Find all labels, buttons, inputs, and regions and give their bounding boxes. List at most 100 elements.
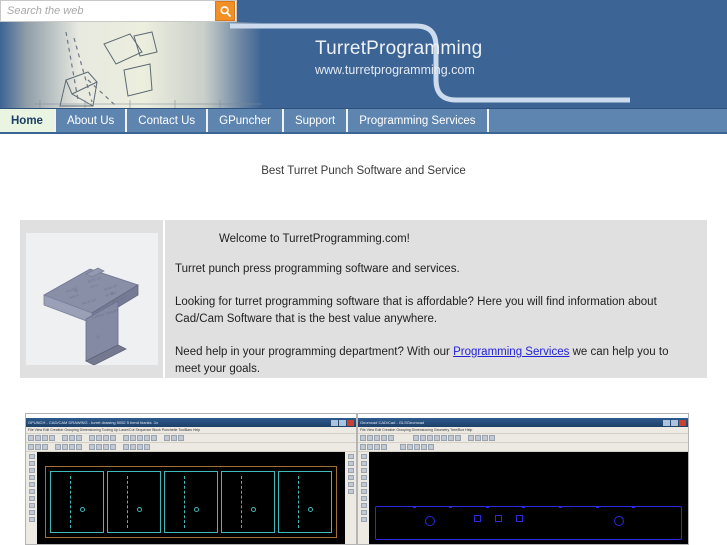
tool-icon [28, 482, 35, 487]
toolbar-icon [475, 435, 481, 441]
toolbar-icon [420, 435, 426, 441]
toolbar-icon [400, 444, 406, 450]
toolbar-icon [62, 435, 68, 441]
screenshot-2-toolbar-2 [358, 443, 688, 452]
tool-icon [360, 510, 367, 515]
toolbar-icon [110, 435, 116, 441]
nav-item-contact-us[interactable]: Contact Us [127, 109, 209, 132]
toolbar-icon [144, 435, 150, 441]
screenshot-1-menubar: File View Edit Creation Grouping Dimensi… [26, 427, 356, 434]
tool-icon [360, 468, 367, 473]
toolbar-icon [388, 435, 394, 441]
toolbar-icon [130, 435, 136, 441]
screenshot-gpunch-cadcam[interactable]: GPUNCH - CAD/CAM DRAWING - turret drawin… [25, 413, 357, 545]
nav-item-gpuncher[interactable]: GPuncher [208, 109, 284, 132]
software-screenshot-gallery: GPUNCH - CAD/CAM DRAWING - turret drawin… [25, 413, 690, 545]
screenshot-geomcad[interactable]: Geomcad CAD/Cad - GLSGeomcad File View E… [357, 413, 689, 545]
toolbar-icon [374, 444, 380, 450]
minimize-icon [663, 419, 670, 426]
toolbar-icon [434, 435, 440, 441]
screenshot-2-toolbar-1 [358, 434, 688, 443]
search-input[interactable] [1, 1, 215, 21]
main-navigation: Home About Us Contact Us GPuncher Suppor… [0, 108, 727, 134]
toolbar-icon [482, 435, 488, 441]
intro-paragraph-2: Looking for turret programming software … [175, 296, 657, 325]
tool-icon [360, 496, 367, 501]
nav-item-home[interactable]: Home [0, 109, 56, 132]
header-banner-graphic [0, 22, 262, 108]
tool-icon [360, 482, 367, 487]
maximize-icon [339, 419, 346, 426]
intro-paragraph-3: Need help in your programming department… [175, 344, 693, 378]
screenshot-1-canvas-area [26, 452, 356, 544]
toolbar-icon [123, 444, 129, 450]
window-controls [331, 419, 354, 426]
sheet-metal-bracket-image: PN 1021 REV A SLOT .25 TYP 4 BEND UP 90 … [25, 233, 158, 365]
content-image-cell: PN 1021 REV A SLOT .25 TYP 4 BEND UP 90 … [20, 220, 165, 378]
toolbar-icon [360, 435, 366, 441]
screenshot-1-titlebar: GPUNCH - CAD/CAM DRAWING - turret drawin… [26, 418, 356, 427]
tool-icon [347, 475, 354, 480]
toolbar-icon [35, 444, 41, 450]
toolbar-icon [468, 435, 474, 441]
tool-icon [28, 475, 35, 480]
toolbar-icon [407, 444, 413, 450]
nested-part [164, 471, 218, 533]
content-text-cell: Welcome to TurretProgramming.com! Turret… [165, 220, 707, 378]
nest-sheet-outline [45, 466, 337, 538]
toolbar-icon [62, 444, 68, 450]
toolbar-icon [441, 435, 447, 441]
search-button[interactable] [215, 1, 235, 21]
site-title: TurretProgramming [315, 38, 483, 59]
nav-item-about-us[interactable]: About Us [55, 109, 128, 132]
toolbar-icon [28, 435, 34, 441]
toolbar-icon [414, 444, 420, 450]
toolbar-icon [76, 435, 82, 441]
tool-icon [360, 489, 367, 494]
search-box[interactable] [0, 0, 237, 22]
screenshot-1-left-toolbar [26, 452, 37, 544]
screenshot-2-menubar: File View Edit Creation Grouping Dimensi… [358, 427, 688, 434]
tool-icon [28, 510, 35, 515]
toolbar-icon [35, 435, 41, 441]
screenshot-1-menu-items: File View Edit Creation Grouping Dimensi… [28, 428, 201, 432]
screenshot-1-toolbar-2 [26, 443, 356, 452]
nested-part [107, 471, 161, 533]
toolbar-icon [427, 435, 433, 441]
nav-item-programming-services[interactable]: Programming Services [348, 109, 489, 132]
toolbar-icon [137, 435, 143, 441]
close-icon [679, 419, 686, 426]
close-icon [347, 419, 354, 426]
window-controls [663, 419, 686, 426]
screenshot-2-left-toolbar [358, 452, 369, 544]
site-header: TurretProgramming www.turretprogramming.… [0, 22, 727, 108]
toolbar-icon [49, 435, 55, 441]
paragraph-3-text-before: Need help in your programming department… [175, 346, 454, 358]
screenshot-2-titlebar: Geomcad CAD/Cad - GLSGeomcad [358, 418, 688, 427]
nested-part [221, 471, 275, 533]
tool-icon [28, 489, 35, 494]
welcome-content-card: PN 1021 REV A SLOT .25 TYP 4 BEND UP 90 … [20, 220, 707, 378]
tool-icon [360, 461, 367, 466]
nested-parts-row [50, 471, 332, 533]
toolbar-icon [164, 435, 170, 441]
programming-services-link[interactable]: Programming Services [453, 346, 569, 358]
search-icon [219, 5, 231, 17]
toolbar-icon [374, 435, 380, 441]
nav-item-support[interactable]: Support [283, 109, 349, 132]
toolbar-icon [489, 435, 495, 441]
toolbar-icon [130, 444, 136, 450]
toolbar-icon [103, 435, 109, 441]
toolbar-icon [455, 435, 461, 441]
screenshot-1-drawing-canvas [37, 452, 345, 544]
toolbar-icon [448, 435, 454, 441]
toolbar-icon [151, 435, 157, 441]
screenshot-2-menu-items: File View Edit Creation Grouping Dimensi… [360, 428, 473, 432]
toolbar-icon [413, 435, 419, 441]
tool-icon [360, 454, 367, 459]
minimize-icon [331, 419, 338, 426]
screenshot-2-title: Geomcad CAD/Cad - GLSGeomcad [360, 420, 425, 425]
toolbar-icon [428, 444, 434, 450]
toolbar-icon [381, 435, 387, 441]
welcome-heading: Welcome to TurretProgramming.com! [219, 233, 410, 245]
